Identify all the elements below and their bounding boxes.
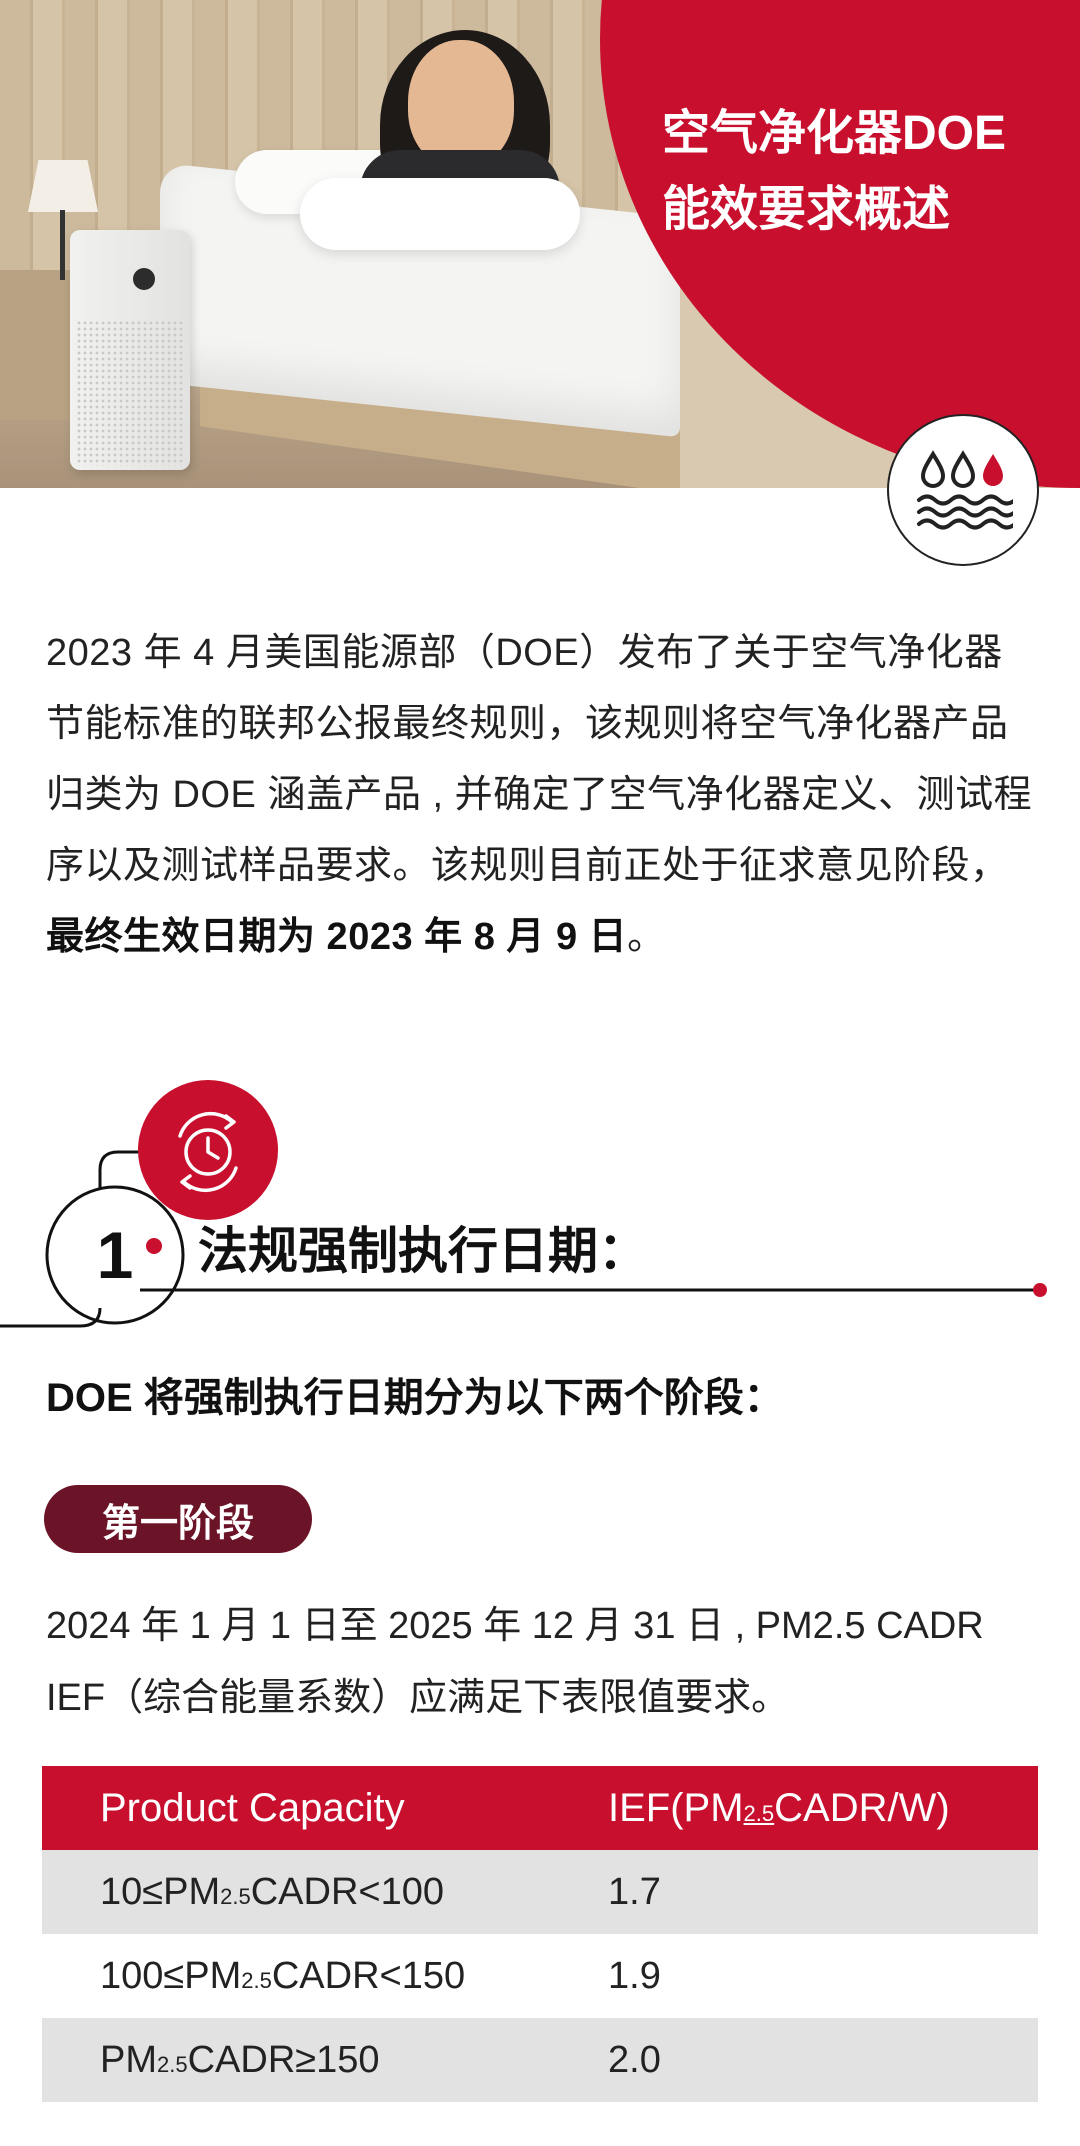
capacity-sub: 2.5 <box>241 1967 272 1993</box>
clock-badge <box>138 1080 278 1220</box>
header-ief: IEF(PM2.5CADR/W) <box>608 1766 1038 1850</box>
ief-value-cell: 2.0 <box>608 2018 1038 2102</box>
capacity-cell: PM2.5CADR≥150 <box>42 2018 608 2102</box>
header-ief-sub: 2.5 <box>743 1800 775 1826</box>
table-header-row: Product Capacity IEF(PM2.5CADR/W) <box>42 1766 1038 1850</box>
ief-limits-table: Product Capacity IEF(PM2.5CADR/W) 10≤PM2… <box>42 1766 1038 2102</box>
capacity-cell: 10≤PM2.5CADR<100 <box>42 1850 608 1934</box>
section-title: 法规强制执行日期： <box>198 1223 648 1279</box>
phase-description-line1: 2024 年 1 月 1 日至 2025 年 12 月 31 日 , PM2.5… <box>46 1605 984 1647</box>
water-drops-waves-icon <box>917 450 1013 530</box>
hero-banner: 空气净化器DOE 能效要求概述 <box>0 0 1080 488</box>
capacity-cell: 100≤PM2.5CADR<150 <box>42 1934 608 2018</box>
capacity-pre: 10≤PM <box>100 1870 221 1913</box>
pillow <box>300 178 580 250</box>
lamp-pole <box>60 210 65 280</box>
phase-intro-heading: DOE 将强制执行日期分为以下两个阶段： <box>46 1376 784 1420</box>
air-purifier-grill <box>76 320 184 466</box>
ief-value-cell: 1.7 <box>608 1850 1038 1934</box>
phase-description-line2: IEF（综合能量系数）应满足下表限值要求。 <box>46 1677 790 1719</box>
page-title-line1: 空气净化器DOE <box>662 107 1007 160</box>
header-ief-text-end: CADR/W) <box>774 1785 950 1830</box>
table-row: PM2.5CADR≥150 2.0 <box>42 2018 1038 2102</box>
nightstand <box>0 270 80 420</box>
intro-text: 2023 年 4 月美国能源部（DOE）发布了关于空气净化器节能标准的联邦公报最… <box>46 632 1033 887</box>
intro-paragraph: 2023 年 4 月美国能源部（DOE）发布了关于空气净化器节能标准的联邦公报最… <box>46 618 1040 973</box>
capacity-sub: 2.5 <box>220 1883 251 1909</box>
capacity-pre: 100≤PM <box>100 1954 242 1997</box>
intro-end: 。 <box>627 916 666 958</box>
capacity-post: CADR<100 <box>250 1870 444 1913</box>
lamp-shade <box>28 160 98 212</box>
section-number: 1 <box>96 1218 134 1292</box>
intro-effective-date: 最终生效日期为 2023 年 8 月 9 日 <box>46 916 628 958</box>
capacity-post: CADR<150 <box>271 1954 466 1997</box>
header-product-capacity: Product Capacity <box>42 1766 608 1850</box>
page-title: 空气净化器DOE 能效要求概述 <box>662 96 1062 248</box>
water-badge <box>887 414 1039 566</box>
person-face <box>408 40 514 168</box>
capacity-post: CADR≥150 <box>187 2038 380 2081</box>
capacity-pre: PM <box>100 2038 157 2081</box>
table-row: 10≤PM2.5CADR<100 1.7 <box>42 1850 1038 1934</box>
ief-value-cell: 1.9 <box>608 1954 661 1997</box>
page-title-line2: 能效要求概述 <box>662 183 951 236</box>
phase-description: 2024 年 1 月 1 日至 2025 年 12 月 31 日 , PM2.5… <box>46 1590 1046 1734</box>
air-purifier-display <box>133 268 155 290</box>
header-ief-text: IEF(PM <box>608 1785 744 1830</box>
clock-cycle-icon <box>178 1111 238 1193</box>
table-row: 100≤PM2.5CADR<150 1.9 <box>42 1934 1038 2018</box>
capacity-sub: 2.5 <box>157 2051 188 2077</box>
phase-badge: 第一阶段 <box>44 1485 312 1553</box>
